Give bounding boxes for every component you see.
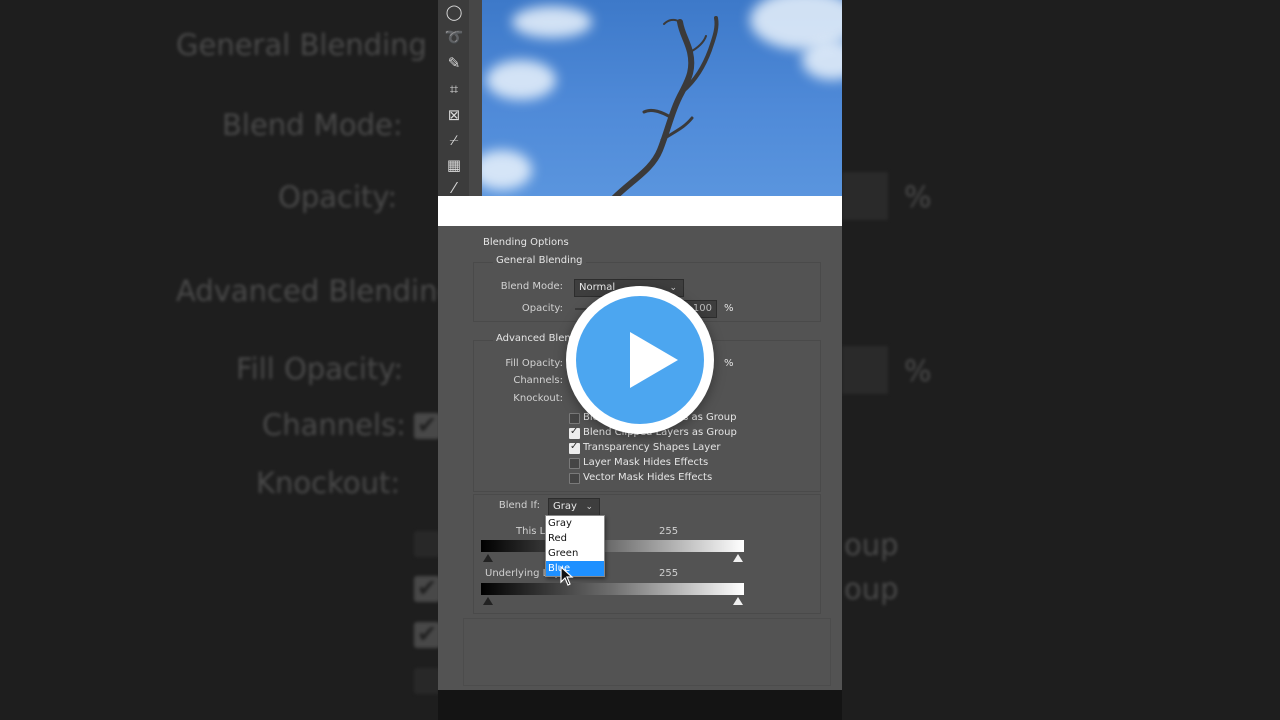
channels-label: Channels:: [513, 375, 563, 386]
vector-mask-hides-effects-label: Vector Mask Hides Effects: [583, 472, 713, 483]
healing-brush-tool-icon[interactable]: ▦: [444, 155, 464, 175]
brush-tool-icon[interactable]: ⁄: [444, 178, 464, 198]
photoshop-canvas-area: ◯ ➰ ✎ ⌗ ⊠ ⌿ ▦ ⁄: [438, 0, 842, 198]
layer-mask-hides-effects-label: Layer Mask Hides Effects: [583, 457, 709, 468]
knockout-label: Knockout:: [513, 393, 563, 404]
dialog-lower-frame: [463, 618, 831, 686]
dropdown-option-blue[interactable]: Blue: [546, 561, 604, 576]
checkbox-blend-interior-effects[interactable]: [569, 413, 580, 424]
this-layer-black-handle-icon[interactable]: [483, 554, 493, 562]
this-layer-max-value: 255: [659, 526, 679, 537]
underlying-layer-max-value: 255: [659, 568, 679, 579]
blending-options-title: Blending Options: [483, 237, 569, 248]
play-icon: [630, 332, 678, 388]
this-layer-gradient-slider[interactable]: [481, 540, 744, 552]
fill-opacity-label: Fill Opacity:: [505, 358, 563, 369]
blend-mode-label: Blend Mode:: [500, 281, 563, 292]
transparency-shapes-layer-label: Transparency Shapes Layer: [583, 442, 721, 453]
opacity-label: Opacity:: [521, 303, 563, 314]
crop-tool-icon[interactable]: ⌗: [444, 79, 464, 99]
play-button-circle: [576, 296, 704, 424]
chevron-down-icon: ⌄: [585, 502, 593, 512]
white-divider-band: [438, 196, 842, 226]
frame-tool-icon[interactable]: ⊠: [444, 105, 464, 125]
opacity-percent: %: [724, 303, 734, 314]
vertical-ruler: [469, 0, 482, 196]
checkbox-blend-clipped-layers[interactable]: [569, 426, 580, 439]
elliptical-marquee-tool-icon[interactable]: ◯: [444, 2, 464, 22]
quick-selection-tool-icon[interactable]: ✎: [444, 53, 464, 73]
dropdown-option-green[interactable]: Green: [546, 546, 604, 561]
lasso-tool-icon[interactable]: ➰: [444, 27, 464, 47]
blend-if-label: Blend If:: [498, 500, 540, 511]
blend-if-dropdown-list: Gray Red Green Blue: [545, 515, 605, 577]
checkbox-vector-mask-hides-effects[interactable]: [569, 473, 580, 484]
this-layer-white-handle-icon[interactable]: [733, 554, 743, 562]
checkbox-layer-mask-hides-effects[interactable]: [569, 458, 580, 469]
mouse-cursor-icon: [560, 566, 574, 586]
sky-photo: [482, 0, 842, 196]
blend-if-group: [473, 494, 821, 614]
general-blending-heading: General Blending: [493, 255, 586, 266]
eyedropper-tool-icon[interactable]: ⌿: [444, 130, 464, 150]
blend-if-select[interactable]: Gray ⌄: [548, 498, 600, 516]
dead-tree-silhouette: [611, 16, 719, 196]
underlying-black-handle-icon[interactable]: [483, 597, 493, 605]
underlying-white-handle-icon[interactable]: [733, 597, 743, 605]
underlying-layer-gradient-slider[interactable]: [481, 583, 744, 595]
blend-if-value: Gray: [553, 501, 577, 512]
play-button[interactable]: [566, 286, 714, 434]
dropdown-option-red[interactable]: Red: [546, 531, 604, 546]
checkbox-transparency-shapes-layer[interactable]: [569, 441, 580, 454]
fill-opacity-percent: %: [724, 358, 734, 369]
dropdown-option-gray[interactable]: Gray: [546, 516, 604, 531]
bottom-strip: [438, 690, 842, 720]
tools-panel: ◯ ➰ ✎ ⌗ ⊠ ⌿ ▦ ⁄: [438, 0, 483, 198]
